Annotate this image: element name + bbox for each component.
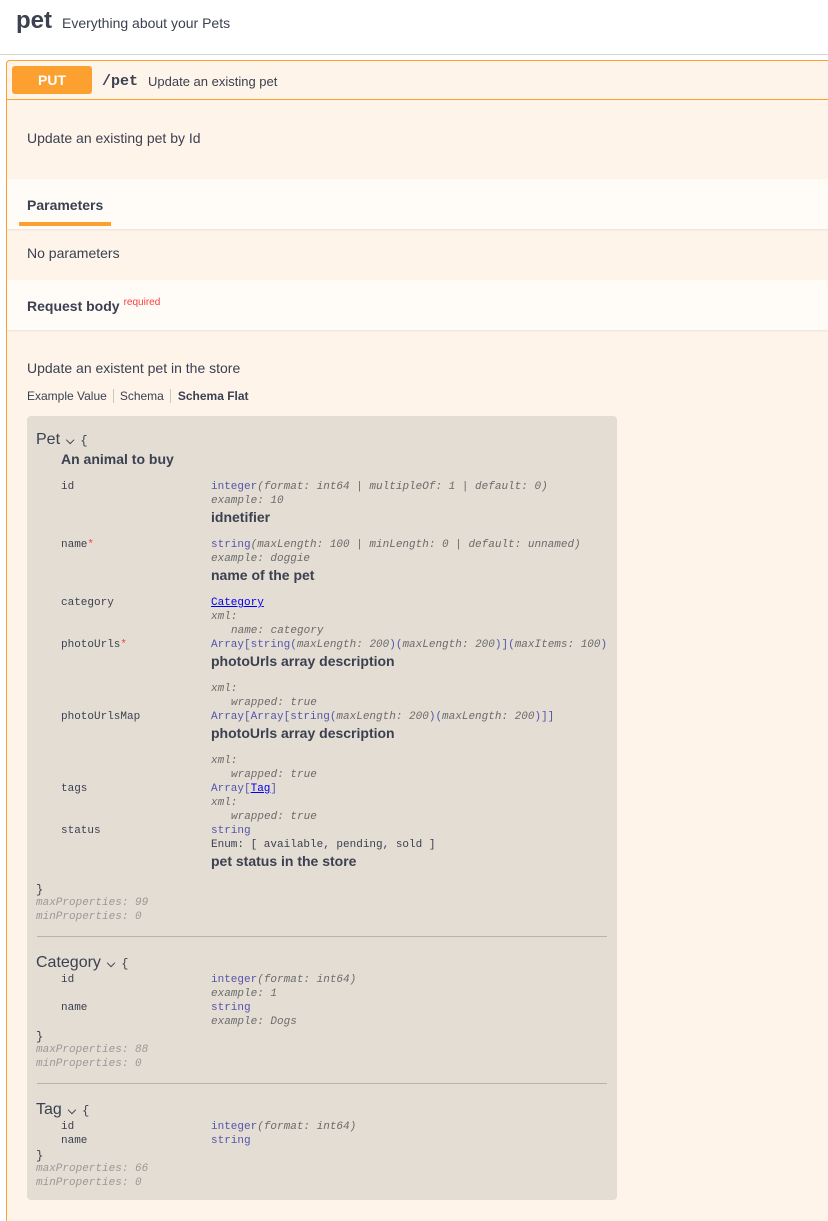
max-properties: maxProperties: 66 <box>36 1163 149 1175</box>
prop-type-id: integer(format: int64) <box>211 974 357 986</box>
prop-name-photourls: photoUrls* <box>61 639 128 651</box>
required-badge: required <box>123 297 161 308</box>
prop-xml-detail-photourlsmap: wrapped: true <box>231 769 317 781</box>
prop-desc-name: name of the pet <box>211 567 315 583</box>
model-name: Tag <box>36 1101 62 1118</box>
min-properties: minProperties: 0 <box>36 911 142 923</box>
prop-xml-photourlsmap: xml: <box>211 755 238 767</box>
prop-name-id: id <box>61 1121 75 1133</box>
prop-example-id: example: 10 <box>211 495 284 507</box>
request-body-description: Update an existent pet in the store <box>27 360 241 376</box>
prop-xml-detail-tags: wrapped: true <box>231 811 317 823</box>
prop-type-name: string(maxLength: 100 | minLength: 0 | d… <box>211 539 581 551</box>
prop-type-id: integer(format: int64) <box>211 1121 357 1133</box>
prop-desc-photourls: photoUrls array description <box>211 653 395 669</box>
prop-name-category: category <box>61 597 114 609</box>
prop-xml-detail-category: name: category <box>231 625 324 637</box>
model-title-pet[interactable]: Pet ⌵{ <box>36 431 88 449</box>
operation-description: Update an existing pet by Id <box>27 130 201 146</box>
prop-type-status: string <box>211 825 251 837</box>
close-brace: } <box>36 1030 44 1044</box>
close-brace: } <box>36 883 44 897</box>
prop-name-id: id <box>61 481 75 493</box>
prop-type-name: string <box>211 1135 251 1147</box>
operation-block: PUT /pet Update an existing pet Update a… <box>6 60 828 1221</box>
no-parameters-text: No parameters <box>27 245 120 261</box>
model-name: Pet <box>36 431 61 448</box>
tab-parameters[interactable]: Parameters <box>27 197 103 213</box>
tag-name: pet <box>16 7 52 34</box>
min-properties: minProperties: 0 <box>36 1058 142 1070</box>
prop-xml-detail-photourls: wrapped: true <box>231 697 317 709</box>
prop-name-tags: tags <box>61 783 88 795</box>
tag-header[interactable]: pet Everything about your Pets <box>0 0 828 55</box>
tag-description: Everything about your Pets <box>62 15 231 31</box>
max-properties: maxProperties: 88 <box>36 1044 149 1056</box>
prop-name-id: id <box>61 974 75 986</box>
tab-schema-flat[interactable]: Schema Flat <box>169 389 255 403</box>
tab-schema[interactable]: Schema <box>112 389 170 403</box>
prop-name-name: name <box>61 1135 88 1147</box>
prop-name-name: name <box>61 1002 88 1014</box>
prop-enum-status: Enum: [ available, pending, sold ] <box>211 839 436 851</box>
chevron-down-icon[interactable]: ⌵ <box>68 1105 76 1117</box>
prop-type-photourlsmap: Array[Array[string(maxLength: 200)(maxLe… <box>211 711 555 723</box>
prop-example-id: example: 1 <box>211 988 278 1000</box>
prop-desc-status: pet status in the store <box>211 853 357 869</box>
request-body-title: Request body required <box>27 297 161 314</box>
operation-summary[interactable]: PUT /pet Update an existing pet <box>7 61 828 100</box>
operation-path: /pet <box>102 73 139 90</box>
tab-example-value[interactable]: Example Value <box>27 389 113 403</box>
request-body-label: Request body <box>27 298 120 314</box>
request-body-header: Request body required <box>7 280 828 330</box>
chevron-down-icon[interactable]: ⌵ <box>66 435 74 447</box>
prop-desc-photourlsmap: photoUrls array description <box>211 725 395 741</box>
close-brace: } <box>36 1149 44 1163</box>
model-title-tag[interactable]: Tag ⌵{ <box>36 1101 89 1119</box>
operation-summary-text: Update an existing pet <box>148 74 278 89</box>
chevron-down-icon[interactable]: ⌵ <box>107 958 115 970</box>
prop-example-name: example: doggie <box>211 553 311 565</box>
prop-type-photourls: Array[string(maxLength: 200)(maxLength: … <box>211 639 608 651</box>
schema-model-box: Pet ⌵{ An animal to buy id integer(format… <box>27 416 617 1200</box>
method-badge: PUT <box>12 66 92 94</box>
divider <box>37 936 607 937</box>
model-name: Category <box>36 954 101 971</box>
parameters-header: Parameters <box>7 179 828 229</box>
prop-xml-category: xml: <box>211 611 238 623</box>
prop-desc-id: idnetifier <box>211 509 271 525</box>
model-title-category[interactable]: Category ⌵{ <box>36 954 128 972</box>
prop-name-name: name* <box>61 539 95 551</box>
prop-type-tags: Array[Tag] <box>211 783 278 795</box>
prop-type-name: string <box>211 1002 251 1014</box>
prop-name-status: status <box>61 825 101 837</box>
model-description: An animal to buy <box>61 451 174 467</box>
tab-active-indicator <box>19 222 111 226</box>
prop-example-name: example: Dogs <box>211 1016 297 1028</box>
prop-name-photourlsmap: photoUrlsMap <box>61 711 141 723</box>
prop-xml-photourls: xml: <box>211 683 238 695</box>
divider <box>37 1083 607 1084</box>
prop-xml-tags: xml: <box>211 797 238 809</box>
prop-type-id: integer(format: int64 | multipleOf: 1 | … <box>211 481 548 493</box>
schema-tabs: Example Value Schema Schema Flat <box>27 389 255 403</box>
min-properties: minProperties: 0 <box>36 1177 142 1189</box>
tag-link[interactable]: Tag <box>251 783 271 795</box>
category-link[interactable]: Category <box>211 597 264 609</box>
max-properties: maxProperties: 99 <box>36 897 149 909</box>
